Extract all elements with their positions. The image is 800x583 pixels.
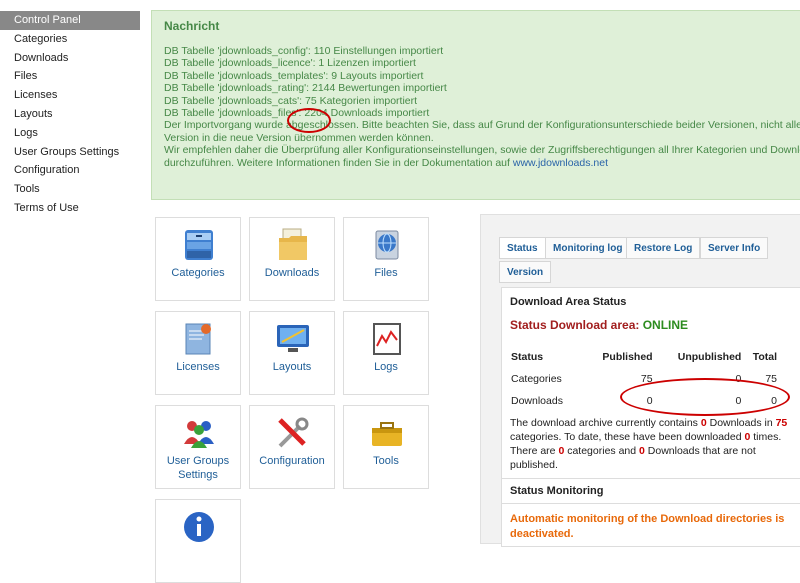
message-line: Version in die neue Version übernommen w…: [164, 131, 434, 144]
folder-icon: [279, 228, 307, 260]
row-name: Categories: [511, 373, 562, 385]
monitoring-warning: Automatic monitoring of the Download dir…: [510, 513, 785, 540]
sidebar-item-logs[interactable]: Logs: [0, 124, 140, 143]
divider: [502, 478, 800, 479]
sidebar-item-files[interactable]: Files: [0, 67, 140, 86]
annotation-ellipse: [620, 378, 790, 416]
sidebar-item-categories[interactable]: Categories: [0, 30, 140, 49]
toolbox-icon: [372, 422, 402, 446]
tile-downloads[interactable]: Downloads: [249, 217, 335, 301]
tab-monitoring-log[interactable]: Monitoring log: [545, 237, 631, 259]
sidebar-item-tools[interactable]: Tools: [0, 180, 140, 199]
status-label: Status Download area:: [510, 318, 643, 332]
tile-layouts[interactable]: Layouts: [249, 311, 335, 395]
sidebar: Control Panel Categories Downloads Files…: [0, 0, 140, 218]
table-header: Status Published Unpublished Total: [510, 346, 778, 368]
message-line: Der Importvorgang wurde abgeschlossen. B…: [164, 119, 800, 132]
col-unpublished: Unpublished: [677, 351, 742, 363]
message-line: DB Tabelle 'jdownloads_rating': 2144 Bew…: [164, 82, 447, 95]
message-line: DB Tabelle 'jdownloads_licence': 1 Lizen…: [164, 57, 416, 70]
col-total: Total: [752, 351, 777, 363]
download-area-status: Status Download area: ONLINE: [510, 318, 792, 332]
annotation-ellipse: [287, 108, 331, 133]
message-title: Nachricht: [164, 19, 220, 33]
sidebar-item-configuration[interactable]: Configuration: [0, 161, 140, 180]
summary-text: The download archive currently contains: [510, 417, 701, 429]
sidebar-item-control-panel[interactable]: Control Panel: [0, 11, 140, 30]
tile-label: Files: [374, 267, 398, 279]
message-line: DB Tabelle 'jdownloads_cats': 75 Kategor…: [164, 94, 418, 107]
sidebar-item-terms-of-use[interactable]: Terms of Use: [0, 199, 140, 218]
documentation-link[interactable]: www.jdownloads.net: [513, 157, 608, 169]
tile-label: Downloads: [264, 267, 320, 279]
tile-tools[interactable]: Tools: [343, 405, 429, 489]
chart-icon: [373, 323, 401, 355]
tile-categories[interactable]: Categories: [155, 217, 241, 301]
section-title: Download Area Status: [510, 296, 627, 308]
row-name: Downloads: [511, 395, 563, 407]
col-status: Status: [511, 351, 544, 363]
archive-summary: The download archive currently contains …: [510, 416, 792, 472]
summary-text: categories. To date, these have been dow…: [510, 431, 745, 443]
col-published: Published: [602, 351, 653, 363]
certificate-icon: [185, 323, 211, 355]
tile-label: User Groups Settings: [166, 455, 230, 481]
message-line: Wir empfehlen daher die Überprüfung alle…: [164, 144, 800, 157]
message-line-last: durchzuführen. Weitere Informationen fin…: [164, 157, 798, 169]
cabinet-icon: [185, 230, 213, 260]
tile-label: Categories: [171, 267, 225, 279]
info-icon: [184, 512, 214, 542]
globe-icon: [375, 230, 399, 260]
status-content: Download Area Status Status Download are…: [501, 287, 800, 547]
message-line: DB Tabelle 'jdownloads_templates': 9 Lay…: [164, 69, 424, 82]
tile-configuration[interactable]: Configuration: [249, 405, 335, 489]
tile-label: Configuration: [259, 455, 325, 467]
tile-licenses[interactable]: Licenses: [155, 311, 241, 395]
divider: [502, 503, 800, 504]
summary-count: 75: [775, 417, 788, 429]
tab-restore-log[interactable]: Restore Log: [626, 237, 701, 259]
tab-version[interactable]: Version: [499, 261, 552, 283]
tile-logs[interactable]: Logs: [343, 311, 429, 395]
tile-label: Tools: [373, 455, 399, 467]
sidebar-item-user-groups-settings[interactable]: User Groups Settings: [0, 143, 140, 162]
tab-status[interactable]: Status: [499, 237, 546, 259]
monitor-icon: [277, 325, 309, 352]
sidebar-item-licenses[interactable]: Licenses: [0, 86, 140, 105]
sidebar-item-layouts[interactable]: Layouts: [0, 105, 140, 124]
tile-files[interactable]: Files: [343, 217, 429, 301]
status-online: ONLINE: [642, 318, 689, 332]
import-message: Nachricht DB Tabelle 'jdownloads_config'…: [151, 10, 800, 200]
sidebar-item-downloads[interactable]: Downloads: [0, 49, 140, 68]
tile-user-groups-settings[interactable]: User Groups Settings: [155, 405, 241, 489]
summary-text: categories and: [564, 445, 640, 457]
status-panel: Status Monitoring log Restore Log Server…: [480, 214, 800, 547]
tile-label: Licenses: [176, 361, 220, 373]
tile-info[interactable]: [155, 499, 241, 583]
message-text: durchzuführen. Weitere Informationen fin…: [164, 156, 510, 169]
tools-icon: [278, 417, 309, 448]
tab-server-info[interactable]: Server Info: [700, 237, 769, 259]
monitoring-title: Status Monitoring: [510, 485, 604, 497]
message-line: DB Tabelle 'jdownloads_config': 110 Eins…: [164, 45, 444, 57]
summary-text: Downloads in: [706, 417, 776, 429]
tile-label: Layouts: [272, 361, 312, 373]
tile-label: Logs: [374, 361, 398, 373]
message-line: DB Tabelle 'jdownloads_files': 2204 Down…: [164, 107, 430, 120]
users-icon: [184, 421, 214, 448]
